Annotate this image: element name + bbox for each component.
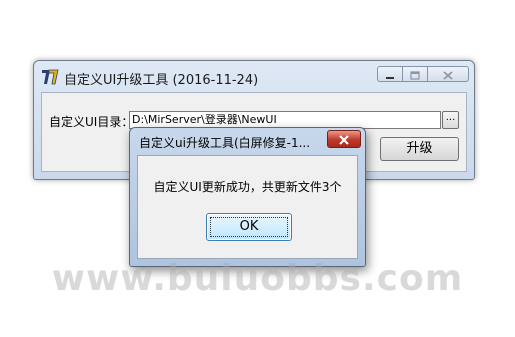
window-title: 自定义UI升级工具 (2016-11-24) bbox=[64, 73, 259, 88]
message-box-client-area: 自定义UI更新成功，共更新文件3个 OK bbox=[137, 155, 358, 259]
directory-label: 自定义UI目录： bbox=[49, 115, 134, 129]
maximize-button[interactable] bbox=[403, 66, 427, 82]
browse-button[interactable]: ... bbox=[442, 111, 459, 129]
watermark: www.buluobbs.com bbox=[51, 258, 464, 299]
close-button[interactable] bbox=[427, 66, 469, 82]
minimize-icon bbox=[385, 65, 395, 84]
message-box-close-button[interactable] bbox=[327, 130, 361, 148]
upgrade-button[interactable]: 升级 bbox=[380, 137, 459, 161]
minimize-button[interactable] bbox=[377, 66, 403, 82]
main-titlebar[interactable]: 自定义UI升级工具 (2016-11-24) bbox=[34, 61, 474, 91]
ok-button[interactable]: OK bbox=[206, 213, 292, 241]
message-text: 自定义UI更新成功，共更新文件3个 bbox=[153, 180, 342, 194]
close-icon bbox=[443, 65, 453, 84]
message-box-title: 自定义ui升级工具(白屏修复-1... bbox=[139, 136, 311, 150]
focus-rectangle bbox=[210, 217, 288, 237]
app-logo-icon bbox=[41, 68, 59, 86]
close-icon bbox=[338, 130, 350, 149]
caption-buttons bbox=[377, 66, 469, 84]
maximize-icon bbox=[410, 65, 420, 84]
desktop: 自定义UI升级工具 (2016-11-24) 自定义UI目录： D:\MirSe… bbox=[0, 0, 515, 337]
message-box: 自定义ui升级工具(白屏修复-1... 自定义UI更新成功，共更新文件3个 OK bbox=[129, 127, 366, 267]
